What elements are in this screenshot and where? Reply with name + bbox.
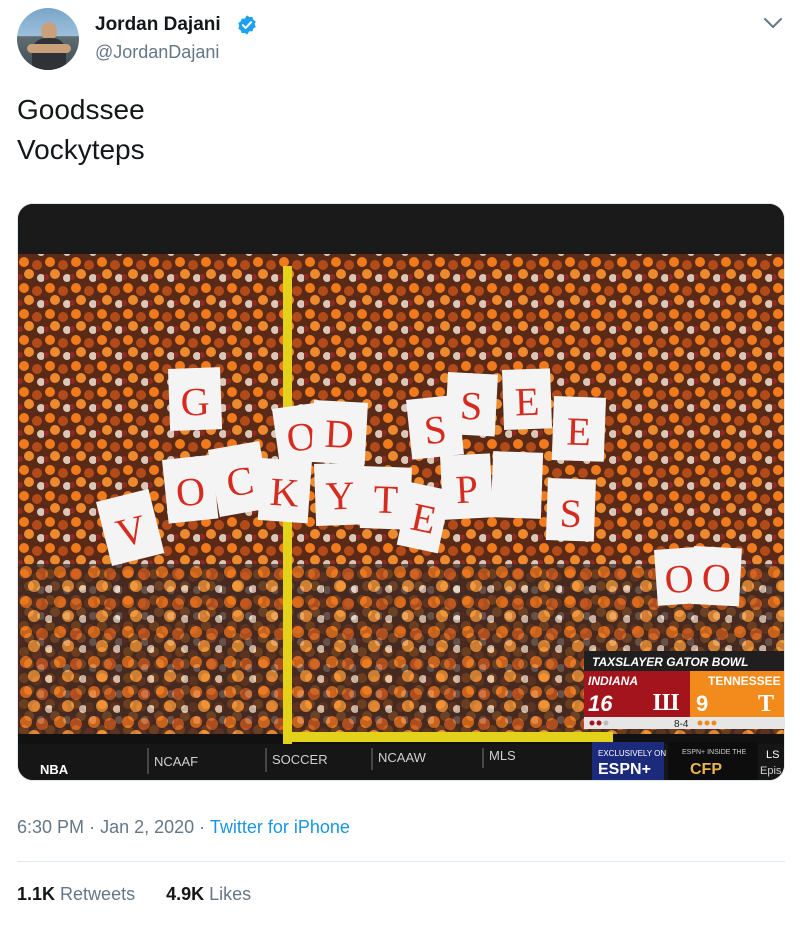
sign-letter: E [566,408,592,454]
ribbon-item: NBA [40,762,69,777]
svg-text:T: T [758,691,774,717]
svg-text:Ш: Ш [653,690,679,716]
author-handle[interactable]: @JordanDajani [95,42,219,63]
sign-letter: S [422,406,449,453]
scorebug-title: TAXSLAYER GATOR BOWL [592,655,748,669]
tweet-time[interactable]: 6:30 PM [17,817,84,837]
bottom-ribbon: NBA NCAAF SOCCER NCAAW MLS EXCLUSIVELY O… [18,742,784,780]
scorebug: TAXSLAYER GATOR BOWL INDIANA 16 Ш TENNES… [584,651,784,730]
sign-letter: O [701,554,732,600]
promo-brand: ESPN+ [598,761,651,778]
tweet-text-line: Goodssee [17,94,145,125]
ribbon-item: NCAAF [154,754,198,769]
sign-letter: K [269,469,301,516]
tweet-stats: 1.1K Retweets 4.9K Likes [17,884,277,905]
tweet-timestamp-row: 6:30 PM · Jan 2, 2020 · Twitter for iPho… [17,817,350,838]
author-display-name[interactable]: Jordan Dajani [95,14,221,36]
verified-badge-icon [238,15,256,35]
sign-letter: O [174,468,207,516]
tweet-card: Jordan Dajani @JordanDajani Goodssee Voc… [0,0,800,929]
likes-count: 4.9K [166,884,205,904]
meta-separator: · [89,817,96,837]
tweet-date[interactable]: Jan 2, 2020 [100,817,194,837]
tweet-text-line: Vockyteps [17,134,145,165]
sign-letter: S [459,383,484,429]
team1-score: 16 [588,691,613,716]
sign-letter: G [180,379,210,425]
retweets-label: Retweets [60,884,136,904]
record-text: 8-4 [674,719,689,730]
sign-letter: P [454,466,479,512]
promo-episode: Epis [760,765,782,777]
tweet-photo[interactable]: G O D S S E E V O C K Y T E P S O O TAXS… [17,203,785,781]
sign-letter: Y [325,473,355,519]
likes-stat[interactable]: 4.9K Likes [166,884,251,904]
ribbon-item: NCAAW [378,750,427,765]
meta-separator: · [199,817,206,837]
likes-label: Likes [209,884,252,904]
promo-label: EXCLUSIVELY ON [598,749,666,758]
tweet-source-link[interactable]: Twitter for iPhone [210,817,350,837]
chevron-down-icon[interactable] [763,16,783,30]
ribbon-item: SOCCER [272,752,328,767]
show-small: ESPN+ INSIDE THE [682,749,747,756]
stadium-photo: G O D S S E E V O C K Y T E P S O O TAXS… [18,204,784,780]
team2-name: TENNESSEE [708,674,781,688]
sign-letter: E [514,379,540,425]
retweets-count: 1.1K [17,884,56,904]
avatar[interactable] [17,8,79,70]
sign-letter: T [373,476,399,522]
sign-letter: O [663,555,695,602]
show-title: CFP [690,761,722,778]
team2-score: 9 [696,691,708,716]
ribbon-item: MLS [489,748,516,763]
sign-letter: D [324,411,355,457]
sign-letter: S [559,490,583,536]
tweet-text: Goodssee Vockyteps [17,90,145,170]
promo-extra: LS [766,749,779,761]
retweets-stat[interactable]: 1.1K Retweets [17,884,135,904]
divider [17,861,785,862]
team1-name: INDIANA [588,674,638,688]
